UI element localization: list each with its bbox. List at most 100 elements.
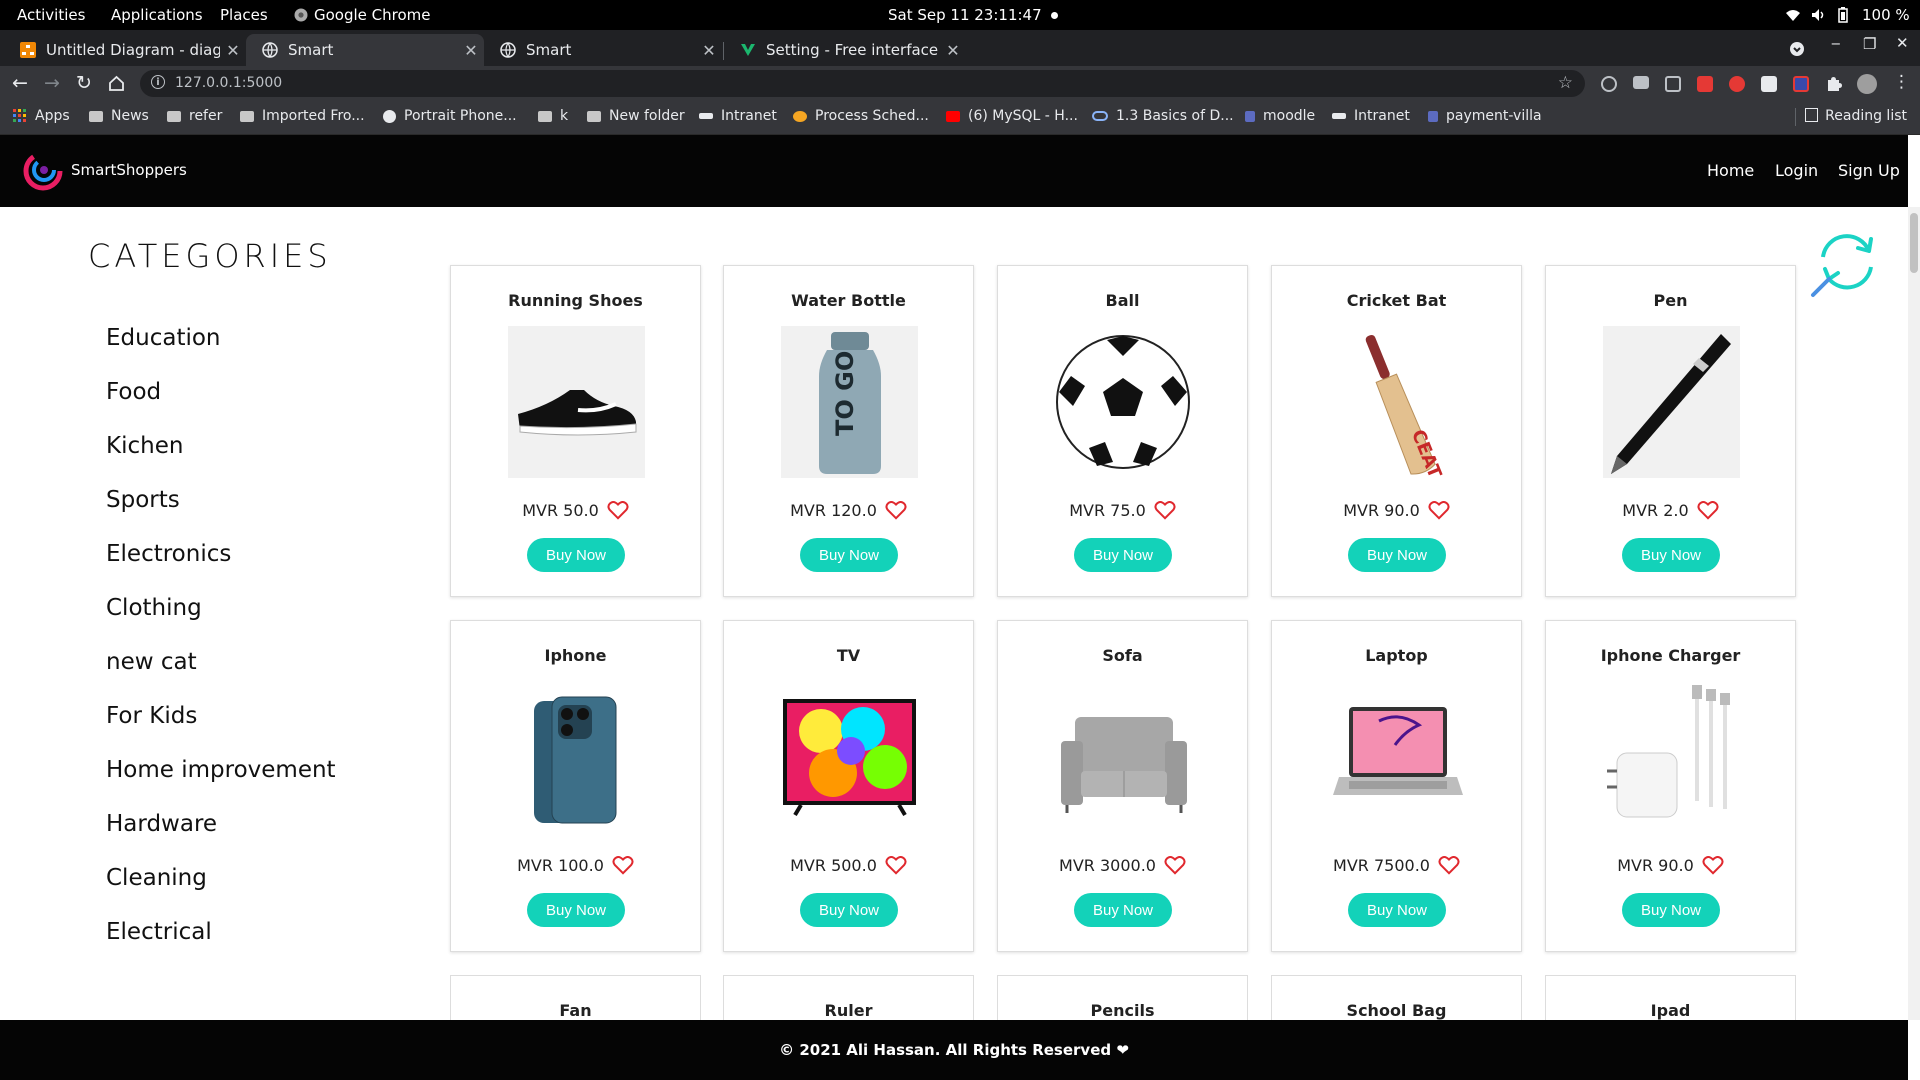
product-image[interactable] [781, 681, 918, 833]
category-link[interactable]: For Kids [106, 703, 197, 729]
product-image[interactable] [508, 681, 645, 833]
buy-now-button[interactable]: Buy Now [1622, 893, 1720, 927]
restore-icon[interactable]: ❐ [1863, 35, 1876, 53]
close-icon[interactable]: ✕ [220, 41, 246, 60]
product-image[interactable]: TO GO [781, 326, 918, 478]
heart-icon[interactable] [1697, 500, 1719, 520]
extension-pin-icon[interactable] [1729, 76, 1745, 92]
reload-icon[interactable]: ↻ [76, 72, 92, 94]
applications-menu[interactable]: Applications [111, 6, 203, 24]
category-link[interactable]: Electronics [106, 541, 231, 567]
close-icon[interactable]: ✕ [696, 41, 722, 60]
extension-record-icon[interactable] [1697, 76, 1713, 92]
bookmark-apps[interactable]: Apps [13, 108, 70, 124]
product-card[interactable]: Sofa MVR 3000.0 Buy Now [997, 620, 1248, 952]
bookmark-intranet[interactable]: Intranet [699, 108, 777, 124]
product-card[interactable]: Laptop MVR 7500.0 Buy Now [1271, 620, 1522, 952]
buy-now-button[interactable]: Buy Now [1074, 893, 1172, 927]
brand-name[interactable]: SmartShoppers [71, 161, 187, 179]
profile-avatar[interactable] [1857, 74, 1877, 94]
buy-now-button[interactable]: Buy Now [527, 538, 625, 572]
extension-doc-icon[interactable] [1761, 76, 1777, 92]
back-icon[interactable]: ← [12, 72, 28, 94]
product-card[interactable]: Ipad [1545, 975, 1796, 1025]
product-image[interactable]: CEAT [1329, 326, 1466, 478]
category-link[interactable]: Cleaning [106, 865, 207, 891]
tab-smart[interactable]: Smart ✕ [484, 34, 722, 66]
menu-dots-icon[interactable]: ⋮ [1893, 72, 1910, 92]
buy-now-button[interactable]: Buy Now [800, 538, 898, 572]
wifi-icon[interactable] [1785, 9, 1801, 22]
buy-now-button[interactable]: Buy Now [1074, 538, 1172, 572]
product-card[interactable]: Iphone MVR 100.0 Buy Now [450, 620, 701, 952]
refresh-search-icon[interactable] [1809, 227, 1881, 299]
category-link[interactable]: Sports [106, 487, 180, 513]
bookmark-basics[interactable]: 1.3 Basics of D... [1092, 108, 1234, 124]
product-image[interactable] [1603, 681, 1740, 833]
bookmark-portrait[interactable]: Portrait Phone... [383, 108, 517, 124]
category-link[interactable]: Education [106, 325, 221, 351]
buy-now-button[interactable]: Buy Now [1348, 538, 1446, 572]
heart-icon[interactable] [1702, 855, 1724, 875]
close-icon[interactable]: ✕ [940, 41, 966, 60]
category-link[interactable]: Electrical [106, 919, 212, 945]
product-image[interactable] [1603, 326, 1740, 478]
category-link[interactable]: Kichen [106, 433, 183, 459]
heart-icon[interactable] [1438, 855, 1460, 875]
product-card[interactable]: School Bag [1271, 975, 1522, 1025]
extension-trello-icon[interactable] [1793, 76, 1809, 92]
product-card[interactable]: Pen MVR 2.0 Buy Now [1545, 265, 1796, 597]
close-window-icon[interactable]: ✕ [1896, 34, 1909, 52]
scrollbar-thumb[interactable] [1910, 213, 1918, 273]
buy-now-button[interactable]: Buy Now [1348, 893, 1446, 927]
puzzle-icon[interactable] [1825, 75, 1842, 92]
clock[interactable]: Sat Sep 11 23:11:47 [888, 6, 1042, 24]
heart-icon[interactable] [612, 855, 634, 875]
product-card[interactable]: Ball MVR 75.0 Buy Now [997, 265, 1248, 597]
product-card[interactable]: TV MVR 500.0 Buy Now [723, 620, 974, 952]
product-image[interactable] [1055, 326, 1192, 478]
tab-smart-active[interactable]: Smart ✕ [246, 34, 484, 66]
product-card[interactable]: Pencils [997, 975, 1248, 1025]
product-card[interactable]: Iphone Charger MVR 90.0 Buy Now [1545, 620, 1796, 952]
product-card[interactable]: Ruler [723, 975, 974, 1025]
tab-diagram[interactable]: Untitled Diagram - diagrams.net ✕ [4, 34, 246, 66]
extension-book-icon[interactable] [1633, 76, 1649, 89]
heart-icon[interactable] [1428, 500, 1450, 520]
app-menu[interactable]: Google Chrome [294, 6, 431, 24]
bookmark-mysql[interactable]: (6) MySQL - H... [946, 108, 1078, 124]
reading-list-button[interactable]: Reading list [1795, 108, 1907, 126]
product-image[interactable] [508, 326, 645, 478]
bookmark-moodle[interactable]: moodle [1245, 108, 1315, 124]
home-icon[interactable] [108, 75, 125, 92]
nav-login[interactable]: Login [1775, 161, 1818, 180]
page-scrollbar[interactable] [1908, 207, 1920, 1020]
extension-cast-icon[interactable] [1665, 76, 1681, 92]
heart-icon[interactable] [885, 855, 907, 875]
category-link[interactable]: Home improvement [106, 757, 336, 783]
category-link[interactable]: new cat [106, 649, 197, 675]
brand-logo[interactable] [23, 151, 63, 191]
site-info-icon[interactable]: i [151, 75, 165, 89]
bookmark-intranet-2[interactable]: Intranet [1332, 108, 1410, 124]
buy-now-button[interactable]: Buy Now [800, 893, 898, 927]
nav-home[interactable]: Home [1707, 161, 1754, 180]
heart-icon[interactable] [607, 500, 629, 520]
activities-button[interactable]: Activities [17, 6, 85, 24]
bookmark-news[interactable]: News [89, 108, 149, 124]
category-link[interactable]: Clothing [106, 595, 202, 621]
bookmark-k[interactable]: k [538, 108, 568, 124]
product-image[interactable] [1055, 681, 1192, 833]
tab-search-icon[interactable] [1789, 41, 1805, 57]
bookmark-new-folder[interactable]: New folder [587, 108, 685, 124]
bookmark-process[interactable]: Process Sched... [793, 108, 929, 124]
heart-icon[interactable] [885, 500, 907, 520]
address-bar[interactable]: i 127.0.0.1:5000 ☆ [140, 70, 1585, 97]
close-icon[interactable]: ✕ [458, 41, 484, 60]
url-text[interactable]: 127.0.0.1:5000 [175, 75, 282, 91]
product-card[interactable]: Cricket Bat CEAT MVR 90.0 Buy Now [1271, 265, 1522, 597]
heart-icon[interactable] [1164, 855, 1186, 875]
buy-now-button[interactable]: Buy Now [527, 893, 625, 927]
product-card[interactable]: Fan [450, 975, 701, 1025]
extension-icon[interactable] [1601, 76, 1617, 92]
